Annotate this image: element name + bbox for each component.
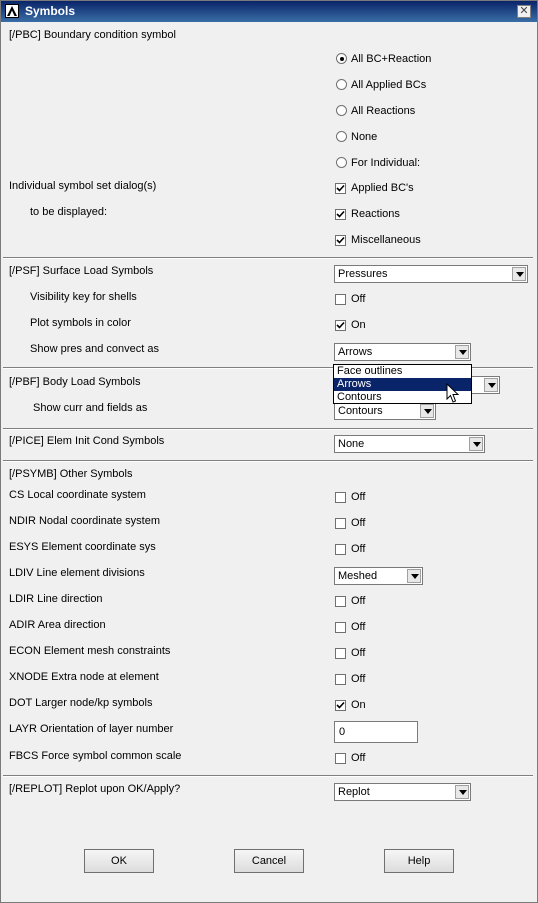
layr-input[interactable]: 0 [334, 721, 418, 743]
divider [3, 428, 533, 430]
pice-heading: [/PICE] Elem Init Cond Symbols [9, 435, 165, 447]
psymb-row-label: FBCS Force symbol common scale [9, 750, 182, 762]
checkbox-state: On [351, 319, 366, 331]
checkbox-state: Off [351, 673, 366, 685]
select-value: Contours [338, 405, 383, 417]
psymb-row-label: ADIR Area direction [9, 619, 106, 631]
fbcs-checkbox[interactable] [335, 753, 346, 764]
reactions-checkbox[interactable] [335, 209, 346, 220]
radio-all-bc-reaction[interactable] [336, 53, 347, 64]
window-title: Symbols [25, 4, 76, 18]
radio-none[interactable] [336, 131, 347, 142]
chevron-down-icon [512, 267, 526, 281]
input-value: 0 [339, 726, 346, 738]
chevron-down-icon [484, 378, 498, 392]
psymb-row-label: DOT Larger node/kp symbols [9, 697, 153, 709]
cancel-button[interactable]: Cancel [234, 849, 304, 873]
surface-load-select[interactable]: Pressures [334, 265, 528, 283]
checkbox-state: Off [351, 491, 366, 503]
title-bar: Symbols ✕ [1, 1, 537, 22]
close-button[interactable]: ✕ [517, 5, 531, 18]
xnode-checkbox[interactable] [335, 674, 346, 685]
ndir-checkbox[interactable] [335, 518, 346, 529]
radio-label: For Individual: [351, 157, 421, 169]
chevron-down-icon [407, 569, 421, 583]
psymb-heading: [/PSYMB] Other Symbols [9, 468, 133, 480]
radio-for-individual[interactable] [336, 157, 347, 168]
checkbox-state: Off [351, 647, 366, 659]
checkbox-label: Reactions [351, 208, 400, 220]
radio-all-applied-bcs[interactable] [336, 79, 347, 90]
checkbox-state: Off [351, 621, 366, 633]
pbc-heading: [/PBC] Boundary condition symbol [9, 29, 176, 41]
replot-select[interactable]: Replot [334, 783, 471, 801]
psymb-row-label: NDIR Nodal coordinate system [9, 515, 161, 527]
checkbox-state: Off [351, 517, 366, 529]
select-value: None [338, 438, 365, 450]
checkbox-state: Off [351, 752, 366, 764]
dot-checkbox[interactable] [335, 700, 346, 711]
adir-checkbox[interactable] [335, 622, 346, 633]
mouse-pointer-icon [446, 382, 460, 407]
pice-select[interactable]: None [334, 435, 485, 453]
ldir-checkbox[interactable] [335, 596, 346, 607]
checkbox-state: Off [351, 595, 366, 607]
checkbox-state: On [351, 699, 366, 711]
select-value: Replot [338, 786, 370, 798]
ldiv-select[interactable]: Meshed [334, 567, 423, 585]
psymb-row-label: LAYR Orientation of layer number [9, 723, 174, 735]
radio-label: All BC+Reaction [351, 53, 432, 65]
esys-checkbox[interactable] [335, 544, 346, 555]
chevron-down-icon [455, 785, 469, 799]
divider [3, 460, 533, 462]
replot-heading: [/REPLOT] Replot upon OK/Apply? [9, 783, 181, 795]
individual-label: Individual symbol set dialog(s) [9, 180, 157, 192]
select-value: Meshed [338, 570, 378, 582]
select-value: Pressures [338, 268, 388, 280]
color-label: Plot symbols in color [30, 317, 131, 329]
checkbox-state: Off [351, 543, 366, 555]
help-button[interactable]: Help [384, 849, 454, 873]
econ-checkbox[interactable] [335, 648, 346, 659]
checkbox-label: Miscellaneous [351, 234, 421, 246]
divider [3, 775, 533, 777]
radio-label: All Applied BCs [351, 79, 427, 91]
psymb-row-label: LDIR Line direction [9, 593, 103, 605]
checkbox-state: Off [351, 293, 366, 305]
psymb-row-label: ECON Element mesh constraints [9, 645, 171, 657]
chevron-down-icon [420, 404, 434, 418]
checkbox-label: Applied BC's [351, 182, 414, 194]
chevron-down-icon [469, 437, 483, 451]
individual-label-2: to be displayed: [30, 206, 108, 218]
psf-heading: [/PSF] Surface Load Symbols [9, 265, 154, 277]
ok-button[interactable]: OK [84, 849, 154, 873]
dropdown-option[interactable]: Face outlines [334, 365, 471, 378]
psymb-row-label: LDIV Line element divisions [9, 567, 145, 579]
chevron-down-icon [455, 345, 469, 359]
pres-label: Show pres and convect as [30, 343, 160, 355]
cs-checkbox[interactable] [335, 492, 346, 503]
pbf-heading: [/PBF] Body Load Symbols [9, 376, 141, 388]
curr-label: Show curr and fields as [33, 402, 148, 414]
select-value: Arrows [338, 346, 373, 358]
color-checkbox[interactable] [335, 320, 346, 331]
pres-select[interactable]: Arrows [334, 343, 471, 361]
miscellaneous-checkbox[interactable] [335, 235, 346, 246]
visibility-label: Visibility key for shells [30, 291, 137, 303]
curr-select[interactable]: Contours [334, 402, 436, 420]
applied-bcs-checkbox[interactable] [335, 183, 346, 194]
psymb-row-label: ESYS Element coordinate sys [9, 541, 156, 553]
divider [3, 257, 533, 259]
radio-all-reactions[interactable] [336, 105, 347, 116]
radio-label: None [351, 131, 378, 143]
psymb-row-label: XNODE Extra node at element [9, 671, 159, 683]
ansys-logo-icon [5, 4, 19, 18]
radio-label: All Reactions [351, 105, 416, 117]
psymb-row-label: CS Local coordinate system [9, 489, 146, 501]
visibility-checkbox[interactable] [335, 294, 346, 305]
